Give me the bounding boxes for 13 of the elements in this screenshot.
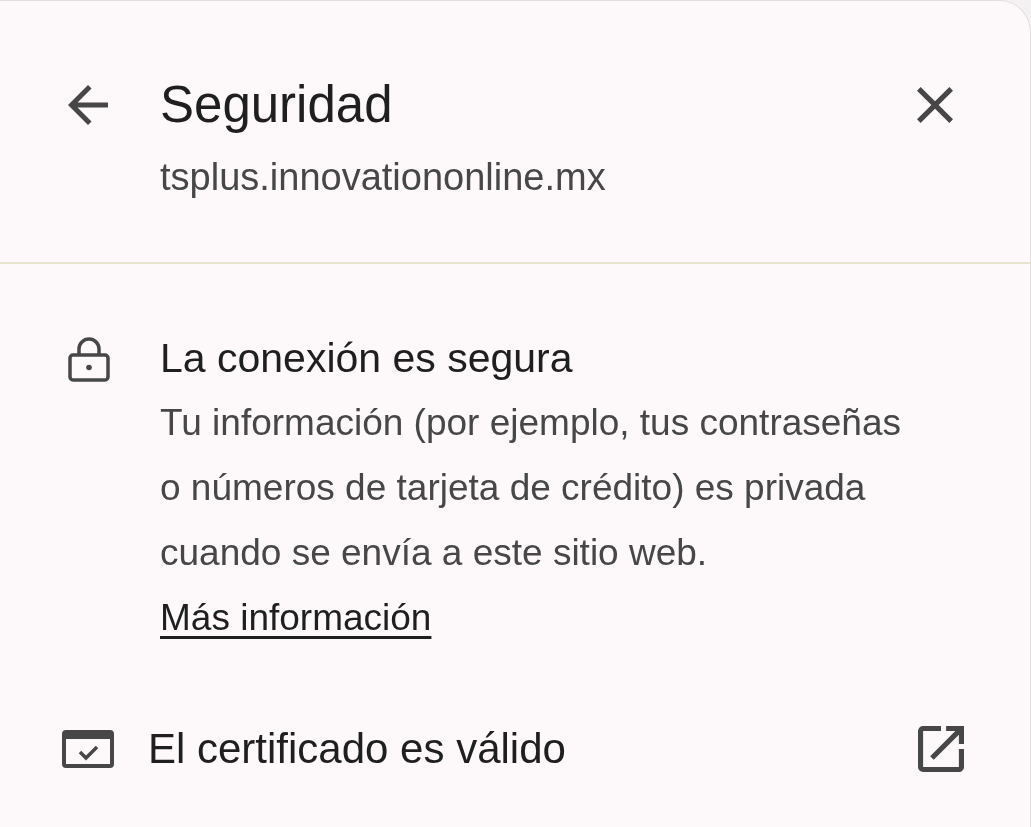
- close-button[interactable]: [917, 87, 953, 123]
- site-url: tsplus.innovationonline.mx: [160, 155, 607, 199]
- lock-icon: [68, 336, 110, 382]
- close-icon: [917, 87, 953, 123]
- certificate-icon: [62, 730, 114, 768]
- certificate-button[interactable]: El certificado es válido: [62, 725, 965, 773]
- connection-description: Tu información (por ejemplo, tus contraseñas o números de tarjeta de crédito) es privada cuando se envía a este sitio web. Más información: [160, 401, 903, 640]
- back-arrow-icon: [68, 85, 108, 125]
- panel-title: Seguridad: [160, 78, 394, 132]
- more-info-link[interactable]: Más información: [160, 597, 432, 638]
- connection-heading: La conexión es segura: [160, 334, 574, 382]
- back-button[interactable]: [68, 85, 108, 125]
- external-link-icon: [917, 726, 965, 772]
